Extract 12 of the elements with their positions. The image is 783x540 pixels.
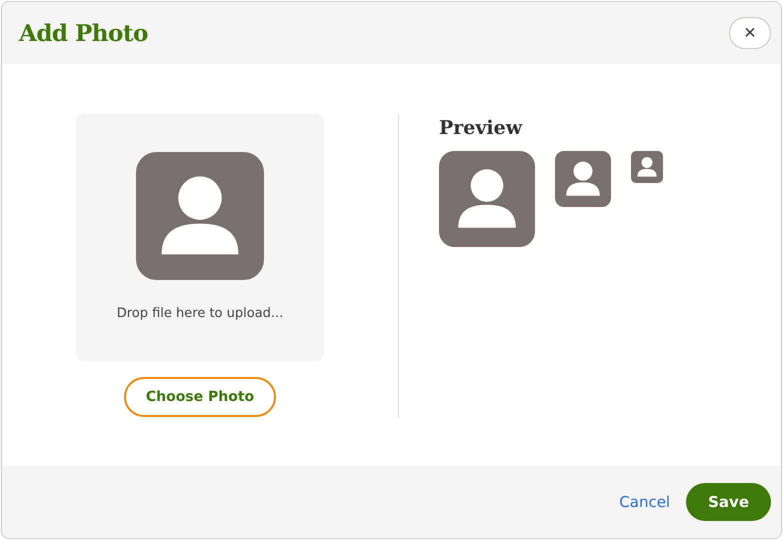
cancel-link[interactable]: Cancel [619, 493, 670, 511]
avatar-icon [631, 151, 663, 183]
save-button[interactable]: Save [686, 483, 771, 521]
close-button[interactable]: × [729, 17, 771, 49]
avatar-icon [136, 152, 264, 280]
drop-zone[interactable]: Drop file here to upload... [76, 114, 324, 361]
choose-photo-button[interactable]: Choose Photo [124, 377, 276, 417]
dialog-title: Add Photo [19, 20, 148, 46]
drop-hint: Drop file here to upload... [116, 306, 284, 321]
avatar-icon [439, 151, 535, 247]
avatar-icon [555, 151, 611, 207]
preview-title: Preview [439, 117, 524, 139]
